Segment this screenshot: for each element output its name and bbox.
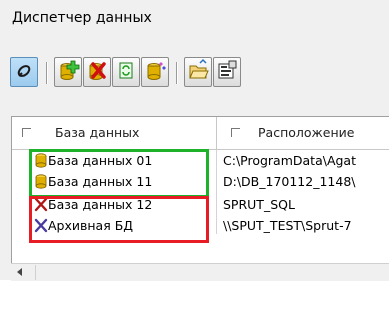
add-database-button[interactable] xyxy=(54,57,82,87)
connect-button[interactable] xyxy=(10,57,38,87)
open-folder-icon xyxy=(189,58,209,79)
header-checkbox-icon xyxy=(22,128,31,137)
database-location-cell: D:\DB_170112_1148\ xyxy=(223,174,356,189)
database-location-cell: SPRUT_SQL xyxy=(223,197,295,212)
add-database-icon xyxy=(60,60,80,80)
data-manager-window: Диспетчер данных База данных Расположени… xyxy=(0,0,389,281)
database-location-cell: \\SPUT_TEST\Sprut-7 xyxy=(223,218,352,233)
toolbar-separator xyxy=(176,62,178,84)
horizontal-scrollbar[interactable] xyxy=(11,263,389,281)
table-header: База данных Расположение xyxy=(12,117,389,150)
database-properties-button[interactable] xyxy=(141,57,169,87)
refresh-database-icon xyxy=(119,62,133,79)
column-divider xyxy=(216,117,217,149)
window-title: Диспетчер данных xyxy=(12,10,152,26)
open-folder-button[interactable] xyxy=(184,57,212,87)
toolbar xyxy=(10,57,389,88)
connect-icon xyxy=(17,65,31,77)
highlight-unavailable-databases xyxy=(29,196,209,243)
refresh-database-button[interactable] xyxy=(112,57,140,87)
delete-database-button[interactable] xyxy=(83,57,111,87)
settings-button[interactable] xyxy=(213,57,241,87)
header-checkbox-icon xyxy=(231,128,240,137)
scrollbar-divider xyxy=(35,265,36,280)
highlight-connected-databases xyxy=(29,149,209,198)
database-location-cell: C:\ProgramData\Agat xyxy=(223,153,356,168)
settings-icon xyxy=(218,60,237,79)
database-properties-icon xyxy=(147,62,166,80)
delete-database-icon xyxy=(89,62,106,80)
toolbar-separator xyxy=(46,62,48,84)
scroll-left-icon[interactable] xyxy=(17,268,22,276)
